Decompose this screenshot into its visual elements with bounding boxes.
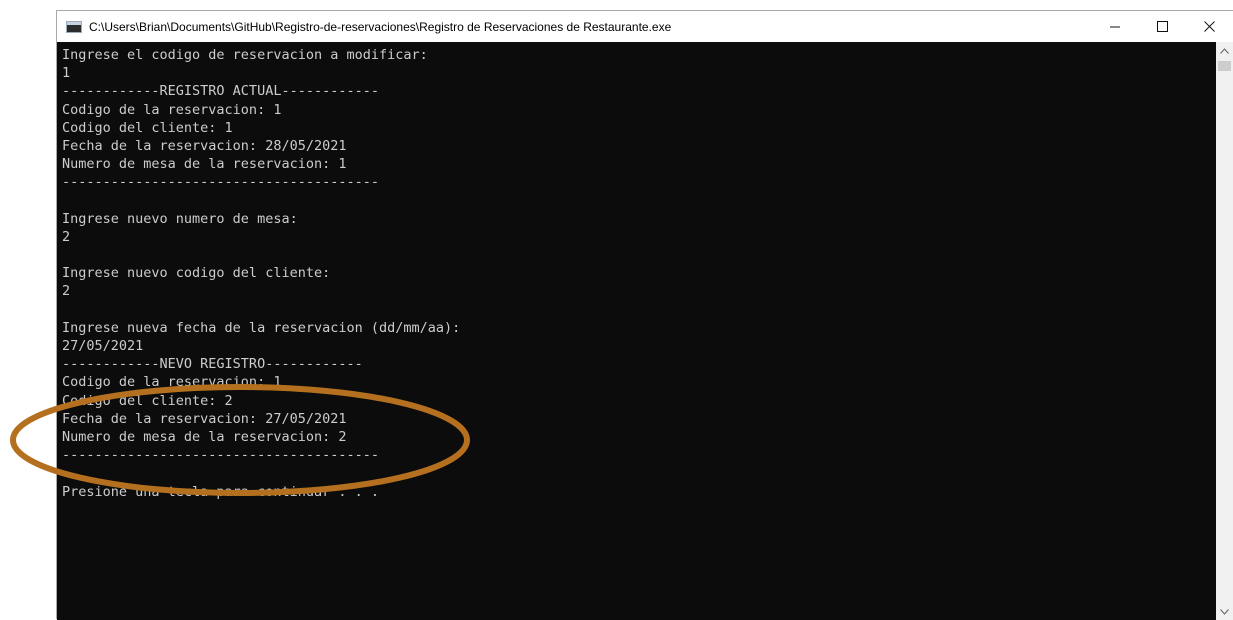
console-line: Codigo de la reservacion: 1 (62, 374, 282, 391)
console-line: Ingrese nuevo codigo del cliente: (62, 265, 331, 282)
maximize-icon (1157, 21, 1168, 32)
minimize-icon (1110, 26, 1120, 28)
maximize-button[interactable] (1139, 11, 1186, 42)
console-line: 27/05/2021 (62, 338, 144, 354)
window-controls (1092, 11, 1233, 42)
console-line: ------------NEVO REGISTRO------------ (62, 356, 363, 373)
console-line: Fecha de la reservacion: 27/05/2021 (62, 410, 347, 427)
console-line: Ingrese nuevo numero de mesa: (62, 210, 298, 227)
scroll-thumb[interactable] (1218, 61, 1231, 71)
close-button[interactable] (1186, 11, 1233, 42)
console-line: Codigo del cliente: 2 (62, 392, 233, 409)
scroll-up-button[interactable] (1216, 42, 1233, 59)
console-text: Ingrese el codigo de reservacion a modif… (62, 46, 460, 501)
console-line: Presione una tecla para continuar . . . (62, 483, 379, 500)
minimize-button[interactable] (1092, 11, 1139, 42)
console-line: Ingrese el codigo de reservacion a modif… (62, 47, 428, 63)
console-line: Codigo del cliente: 1 (62, 119, 233, 136)
console-line: 1 (62, 65, 71, 82)
chevron-up-icon (1220, 47, 1229, 54)
console-line: 2 (62, 283, 71, 300)
title-bar[interactable]: C:\Users\Brian\Documents\GitHub\Registro… (57, 11, 1233, 42)
console-output[interactable]: Ingrese el codigo de reservacion a modif… (57, 42, 1217, 620)
vertical-scrollbar[interactable] (1216, 42, 1233, 620)
console-app-icon (66, 20, 82, 33)
console-line: Ingrese nueva fecha de la reservacion (d… (62, 319, 461, 336)
console-line: --------------------------------------- (62, 174, 379, 191)
console-window: C:\Users\Brian\Documents\GitHub\Registro… (56, 10, 1233, 620)
console-line: ------------REGISTRO ACTUAL------------ (62, 83, 379, 100)
console-line: --------------------------------------- (62, 447, 379, 464)
chevron-down-icon (1220, 608, 1229, 615)
console-line: Numero de mesa de la reservacion: 1 (62, 156, 347, 173)
console-line: Numero de mesa de la reservacion: 2 (62, 428, 347, 445)
scroll-down-button[interactable] (1216, 603, 1233, 620)
console-line: 2 (62, 228, 71, 245)
close-icon (1204, 21, 1215, 32)
window-title: C:\Users\Brian\Documents\GitHub\Registro… (89, 19, 672, 34)
console-line: Fecha de la reservacion: 28/05/2021 (62, 137, 347, 154)
console-line: Codigo de la reservacion: 1 (62, 101, 282, 118)
